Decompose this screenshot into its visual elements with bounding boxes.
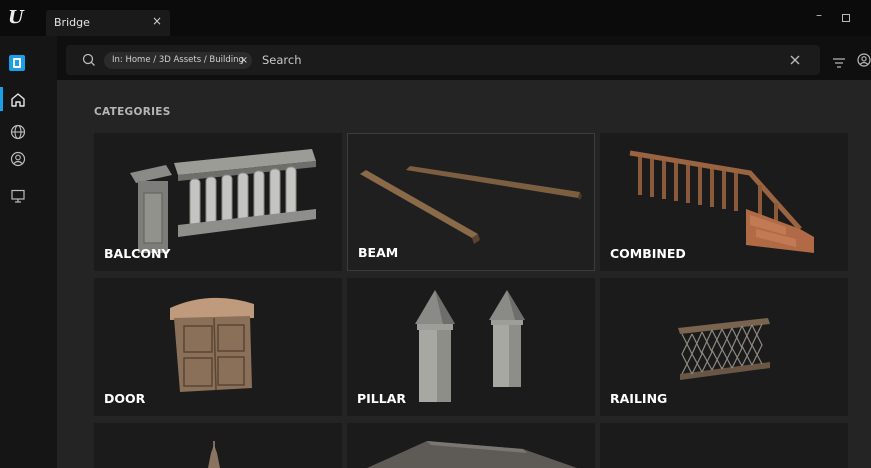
sidebar: [0, 36, 57, 468]
category-card-combined[interactable]: COMBINED: [600, 133, 848, 271]
category-card-balcony[interactable]: BALCONY: [94, 133, 342, 271]
home-icon[interactable]: [9, 91, 27, 109]
category-card-pillar[interactable]: PILLAR: [347, 278, 595, 416]
filter-icon[interactable]: [832, 54, 846, 68]
category-label: COMBINED: [610, 246, 686, 261]
account-circle-icon[interactable]: [9, 150, 27, 168]
category-card-partial-2[interactable]: [347, 423, 595, 468]
globe-icon[interactable]: [9, 123, 27, 141]
category-card-partial-3[interactable]: [600, 423, 848, 468]
category-label: DOOR: [104, 391, 146, 406]
bridge-app-icon[interactable]: [9, 55, 25, 71]
partial-thumbnail-2: [367, 441, 577, 468]
title-bar: U Bridge × –: [0, 0, 871, 36]
category-card-beam[interactable]: BEAM: [347, 133, 595, 271]
section-title: CATEGORIES: [94, 106, 171, 118]
user-account-icon[interactable]: [856, 52, 871, 68]
category-label: BEAM: [358, 245, 399, 260]
clear-search-icon[interactable]: [788, 52, 802, 66]
unreal-logo-icon: U: [8, 7, 24, 28]
category-label: BALCONY: [104, 246, 171, 261]
partial-thumbnail-1: [208, 441, 220, 468]
search-icon: [81, 52, 97, 68]
chip-close-icon[interactable]: ×: [240, 52, 248, 69]
tab-label: Bridge: [54, 16, 90, 29]
search-bar: In: Home / 3D Assets / Building ×: [66, 45, 820, 75]
active-indicator: [0, 87, 3, 111]
breadcrumb-chip-label: In: Home / 3D Assets / Building: [112, 55, 244, 65]
breadcrumb-filter-chip[interactable]: In: Home / 3D Assets / Building ×: [104, 52, 252, 69]
tab-close-icon[interactable]: ×: [152, 14, 162, 28]
minimize-button[interactable]: –: [812, 8, 826, 22]
maximize-button[interactable]: [842, 14, 850, 22]
tab-bridge[interactable]: Bridge ×: [46, 10, 170, 36]
category-card-door[interactable]: DOOR: [94, 278, 342, 416]
category-label: RAILING: [610, 391, 668, 406]
monitor-icon[interactable]: [9, 187, 27, 205]
category-card-railing[interactable]: RAILING: [600, 278, 848, 416]
category-label: PILLAR: [357, 391, 407, 406]
category-card-partial-1[interactable]: [94, 423, 342, 468]
search-input[interactable]: [262, 51, 762, 69]
